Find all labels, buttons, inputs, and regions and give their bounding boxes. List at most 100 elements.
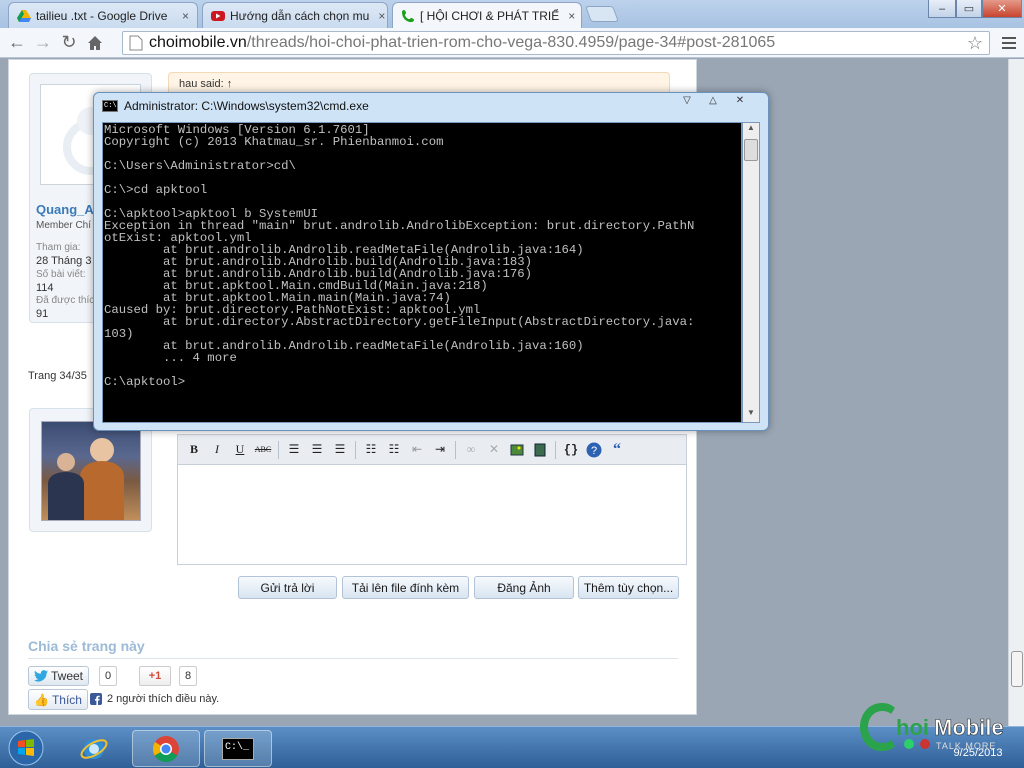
divider: [28, 658, 678, 659]
google-plus-button[interactable]: +1: [139, 666, 171, 686]
align-left-icon[interactable]: ☰: [284, 440, 304, 460]
tab-google-drive[interactable]: tailieu .txt - Google Drive ×: [8, 2, 198, 28]
like-text: 2 người thích điều này.: [107, 693, 220, 705]
tab-choimobile[interactable]: [ HỘI CHƠI & PHÁT TRIỂ ×: [392, 2, 582, 28]
username[interactable]: Quang_A: [36, 202, 94, 217]
page-scrollbar[interactable]: [1008, 59, 1024, 726]
more-options-button[interactable]: Thêm tùy chọn...: [578, 576, 679, 599]
url-path: /threads/hoi-choi-phat-trien-rom-cho-veg…: [246, 34, 776, 51]
field-label: Số bài viết:: [36, 269, 86, 280]
cmd-output: Microsoft Windows [Version 6.1.7601] Cop…: [104, 123, 695, 389]
back-arrow-icon[interactable]: ←: [4, 30, 30, 56]
numbered-list-icon[interactable]: ☷: [384, 440, 404, 460]
code-icon[interactable]: {}: [561, 440, 581, 460]
network-icon[interactable]: [904, 739, 914, 749]
editor-toolbar: B I U ABC ☰ ☰ ☰ ☷ ☷ ⇤ ⇥ ∞ ✕ {} ? “: [178, 435, 686, 465]
url-host: choimobile.vn: [149, 34, 247, 51]
twitter-icon: [34, 670, 48, 682]
forward-arrow-icon[interactable]: →: [30, 30, 56, 56]
minimize-button[interactable]: –: [928, 0, 956, 18]
bullet-list-icon[interactable]: ☷: [361, 440, 381, 460]
toolbar-separator: [355, 440, 356, 459]
toolbar-separator: [555, 440, 556, 459]
indent-icon[interactable]: ⇥: [430, 440, 450, 460]
menu-icon[interactable]: [998, 31, 1020, 55]
bookmark-star-icon[interactable]: ☆: [967, 33, 983, 54]
close-window-button[interactable]: ✕: [982, 0, 1022, 18]
toolbar-separator: [278, 440, 279, 459]
cmd-titlebar[interactable]: C:\ Administrator: C:\Windows\system32\c…: [102, 99, 369, 113]
google-drive-icon: [17, 9, 31, 22]
windows-logo-icon: [8, 730, 44, 766]
avatar[interactable]: [41, 421, 141, 521]
bold-button[interactable]: B: [184, 440, 204, 460]
italic-button[interactable]: I: [207, 440, 227, 460]
tweet-button[interactable]: Tweet: [28, 666, 90, 686]
maximize-button[interactable]: ▭: [956, 0, 982, 18]
like-button[interactable]: 👍 Thích: [28, 689, 88, 710]
scroll-up-icon[interactable]: ▲: [744, 123, 758, 137]
quote-icon[interactable]: “: [607, 440, 627, 460]
cmd-taskbar-button[interactable]: C:\_: [204, 730, 272, 767]
cmd-minimize-button[interactable]: ▽: [674, 93, 700, 107]
cmd-maximize-button[interactable]: △: [700, 93, 726, 107]
cmd-scrollbar[interactable]: ▲ ▼: [742, 122, 760, 423]
home-icon[interactable]: [82, 30, 108, 56]
field-value: 91: [36, 308, 49, 320]
chrome-icon: [152, 735, 179, 762]
cmd-console[interactable]: Microsoft Windows [Version 6.1.7601] Cop…: [102, 122, 742, 423]
reply-button[interactable]: Gửi trả lời: [238, 576, 337, 599]
tab-youtube[interactable]: Hướng dẫn cách chọn mu ×: [202, 2, 388, 28]
volume-icon[interactable]: [920, 739, 930, 749]
share-title: Chia sẻ trang này: [28, 638, 145, 654]
google-plus-count: 8: [179, 666, 197, 686]
upload-attachment-button[interactable]: Tải lên file đính kèm: [342, 576, 469, 599]
phone-icon: [402, 9, 414, 22]
cmd-taskbar-icon: C:\_: [222, 737, 254, 760]
close-icon[interactable]: ×: [374, 9, 385, 23]
scroll-thumb[interactable]: [744, 139, 758, 161]
address-bar[interactable]: choimobile.vn/threads/hoi-choi-phat-trie…: [122, 31, 990, 55]
browser-tab-strip: tailieu .txt - Google Drive × Hướng dẫn …: [0, 0, 1024, 28]
svg-text:hoi: hoi: [896, 715, 929, 740]
clock-date[interactable]: 9/25/2013: [940, 747, 1016, 759]
cmd-window[interactable]: C:\ Administrator: C:\Windows\system32\c…: [93, 92, 769, 431]
field-value: 28 Tháng 3: [36, 255, 92, 267]
tweet-label: Tweet: [51, 669, 84, 683]
help-icon[interactable]: ?: [584, 440, 604, 460]
reload-icon[interactable]: ↻: [56, 30, 82, 56]
close-icon[interactable]: ×: [178, 9, 189, 23]
link-icon[interactable]: ∞: [461, 440, 481, 460]
reply-editor[interactable]: B I U ABC ☰ ☰ ☰ ☷ ☷ ⇤ ⇥ ∞ ✕ {} ? “: [177, 434, 687, 565]
internet-explorer-icon[interactable]: [76, 731, 112, 767]
cmd-icon: C:\: [102, 100, 118, 112]
field-label: Đã được thíc: [36, 295, 95, 306]
svg-text:?: ?: [591, 445, 597, 457]
image-icon[interactable]: [507, 440, 527, 460]
page-icon: [129, 35, 143, 51]
start-button[interactable]: [6, 729, 46, 767]
quote-header[interactable]: hau said: ↑: [168, 72, 670, 94]
outdent-icon[interactable]: ⇤: [407, 440, 427, 460]
field-label: Tham gia:: [36, 242, 81, 253]
scroll-thumb[interactable]: [1011, 651, 1023, 687]
align-right-icon[interactable]: ☰: [330, 440, 350, 460]
media-icon[interactable]: [530, 440, 550, 460]
cmd-title: Administrator: C:\Windows\system32\cmd.e…: [124, 99, 369, 113]
thumbs-up-icon: 👍: [34, 692, 49, 707]
like-label: Thích: [51, 692, 82, 707]
new-tab-button[interactable]: [585, 6, 619, 22]
unlink-icon[interactable]: ✕: [484, 440, 504, 460]
strikethrough-button[interactable]: ABC: [253, 440, 273, 460]
tab-title: [ HỘI CHƠI & PHÁT TRIỂ: [420, 8, 560, 23]
chrome-taskbar-button[interactable]: [132, 730, 200, 767]
browser-toolbar: ← → ↻ choimobile.vn/threads/hoi-choi-pha…: [0, 28, 1024, 58]
cmd-close-button[interactable]: ✕: [726, 93, 754, 107]
scroll-down-icon[interactable]: ▼: [744, 408, 758, 422]
facebook-icon: [90, 693, 102, 705]
underline-button[interactable]: U: [230, 440, 250, 460]
close-icon[interactable]: ×: [564, 9, 575, 23]
post-image-button[interactable]: Đăng Ảnh: [474, 576, 574, 599]
align-center-icon[interactable]: ☰: [307, 440, 327, 460]
youtube-icon: [211, 10, 225, 21]
